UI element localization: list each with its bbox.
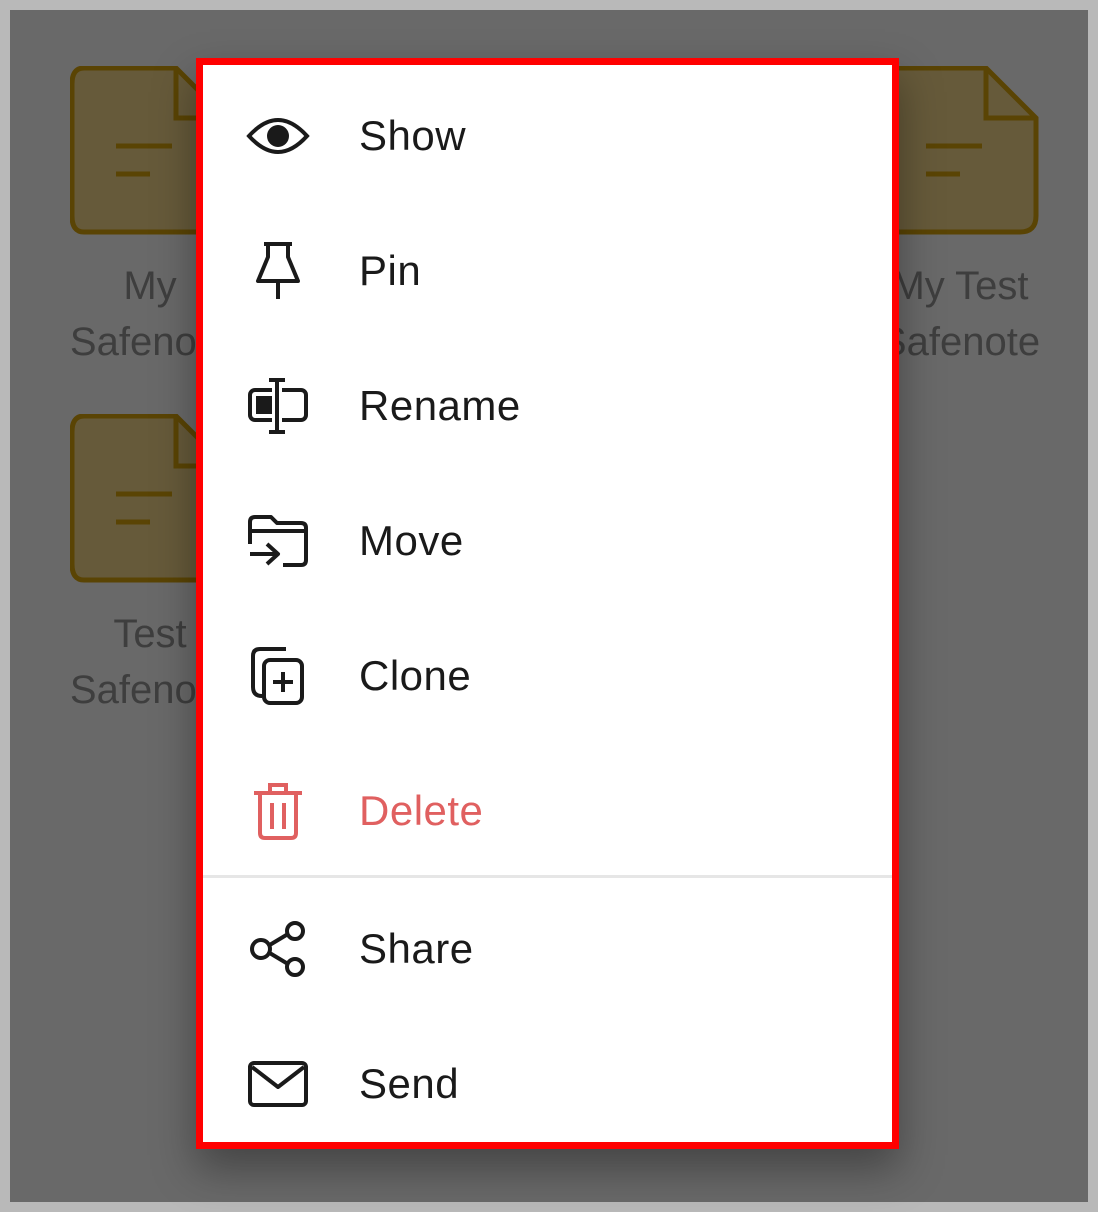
move-folder-icon <box>246 509 310 573</box>
menu-item-send[interactable]: Send <box>203 1016 892 1151</box>
share-icon <box>246 917 310 981</box>
eye-icon <box>246 104 310 168</box>
menu-item-clone[interactable]: Clone <box>203 608 892 743</box>
menu-item-label: Send <box>359 1059 460 1107</box>
menu-item-label: Show <box>359 111 467 159</box>
menu-item-label: Clone <box>359 651 472 699</box>
rename-icon <box>246 374 310 438</box>
menu-item-delete[interactable]: Delete <box>203 743 892 878</box>
menu-item-rename[interactable]: Rename <box>203 338 892 473</box>
menu-item-pin[interactable]: Pin <box>203 203 892 338</box>
clone-icon <box>246 644 310 708</box>
file-icon <box>880 66 1039 235</box>
menu-item-label: Rename <box>359 381 521 429</box>
menu-divider <box>203 875 892 878</box>
trash-icon <box>246 779 310 843</box>
menu-item-label: Move <box>359 516 464 564</box>
context-menu: Show Pin Rename Move Clone Delete Share … <box>196 58 899 1149</box>
menu-item-share[interactable]: Share <box>203 881 892 1016</box>
envelope-icon <box>246 1052 310 1116</box>
menu-item-move[interactable]: Move <box>203 473 892 608</box>
menu-item-label: Share <box>359 924 474 972</box>
menu-item-show[interactable]: Show <box>203 68 892 203</box>
menu-item-label: Pin <box>359 246 422 294</box>
pin-icon <box>246 239 310 303</box>
menu-item-label: Delete <box>359 786 484 834</box>
